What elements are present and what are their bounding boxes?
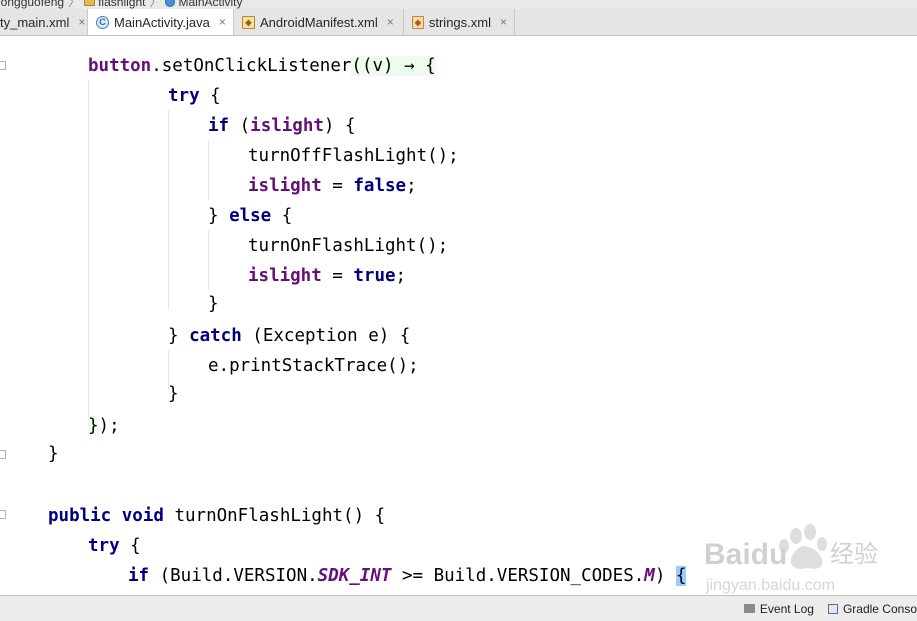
status-bar: Event Log Gradle Conso <box>0 595 917 621</box>
close-icon[interactable]: × <box>500 15 507 29</box>
code-line: try { <box>168 86 221 106</box>
code-line: try { <box>88 536 141 556</box>
tab-strings-xml[interactable]: ◈ strings.xml × <box>404 9 515 35</box>
code-line: } <box>168 384 179 404</box>
code-line: button.setOnClickListener((v) → { <box>88 56 436 76</box>
code-editor[interactable]: button.setOnClickListener((v) → { try { … <box>0 36 917 595</box>
java-class-icon: C <box>96 15 109 29</box>
close-icon[interactable]: × <box>387 15 394 29</box>
code-line: e.printStackTrace(); <box>208 356 419 376</box>
event-log-label: Event Log <box>759 601 814 616</box>
gradle-console-button[interactable]: Gradle Conso <box>827 601 917 616</box>
manifest-icon: ◈ <box>242 15 255 29</box>
fold-marker-icon[interactable] <box>0 61 6 70</box>
tab-label: strings.xml <box>428 14 491 30</box>
strings-xml-icon: ◈ <box>412 15 424 29</box>
code-line: islight = false; <box>248 176 417 196</box>
indent-guide <box>208 230 209 290</box>
tab-label: MainActivity.java <box>114 14 210 30</box>
code-line: if (islight) { <box>208 116 356 136</box>
breadcrumb-label: flashlight <box>98 0 146 9</box>
close-icon[interactable]: × <box>219 15 226 29</box>
code-line: } <box>208 294 219 314</box>
breadcrumb-label: nongguofeng <box>0 0 65 9</box>
tab-activity-main-xml[interactable]: ty_main.xml × <box>0 9 88 35</box>
code-line: public void turnOnFlashLight() { <box>48 506 386 526</box>
code-line: turnOffFlashLight(); <box>248 146 459 166</box>
close-icon[interactable]: × <box>78 15 85 29</box>
gradle-console-label: Gradle Conso <box>842 601 917 616</box>
fold-marker-icon[interactable] <box>0 450 6 459</box>
code-line: turnOnFlashLight(); <box>248 236 449 256</box>
editor-tab-bar: ty_main.xml × C MainActivity.java × ◈ An… <box>0 9 917 36</box>
indent-guide <box>168 110 169 310</box>
code-line: } <box>48 444 59 464</box>
breadcrumb-label: MainActivity <box>178 0 243 9</box>
code-line: }); <box>88 416 120 436</box>
indent-guide <box>88 80 89 420</box>
tab-main-activity-java[interactable]: C MainActivity.java × <box>88 9 234 35</box>
console-icon <box>827 603 838 614</box>
code-line: } catch (Exception e) { <box>168 326 411 346</box>
event-log-icon <box>743 604 755 613</box>
tab-label: ty_main.xml <box>0 14 70 30</box>
editor-gutter <box>0 36 8 595</box>
code-line: islight = true; <box>248 266 407 286</box>
fold-marker-icon[interactable] <box>0 510 6 519</box>
class-icon <box>165 0 176 7</box>
tab-android-manifest-xml[interactable]: ◈ AndroidManifest.xml × <box>234 9 404 35</box>
code-line: } else { <box>208 206 293 226</box>
tab-label: AndroidManifest.xml <box>260 14 378 30</box>
event-log-button[interactable]: Event Log <box>743 601 814 616</box>
indent-guide <box>208 140 209 200</box>
code-line: if (Build.VERSION.SDK_INT >= Build.VERSI… <box>128 566 687 586</box>
folder-icon <box>84 0 96 6</box>
